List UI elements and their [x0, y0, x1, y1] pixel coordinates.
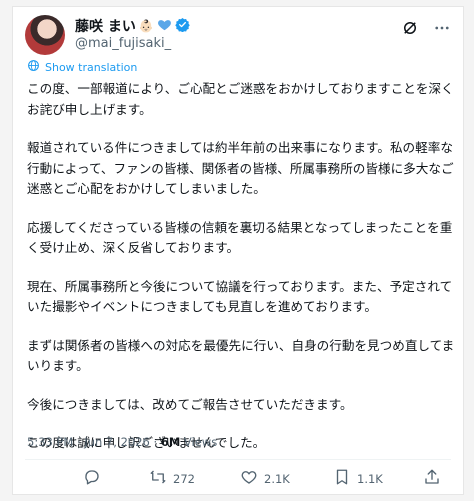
show-translation-label: Show translation: [45, 60, 138, 74]
post-meta: 5:33 PM · Jun 7, 2026 · 6M Views: [27, 435, 217, 449]
name-row: 藤咲 まい 👶🏻: [75, 17, 190, 35]
meta-separator: ·: [73, 435, 85, 449]
post-date[interactable]: Jun 7, 2026: [84, 435, 150, 449]
blue-heart-icon: [157, 17, 172, 36]
post-card: 藤咲 まい 👶🏻 @mai_fujisaki_ Show translation…: [12, 6, 464, 495]
baby-emoji: 👶🏻: [138, 19, 154, 33]
views-count: 6M: [160, 435, 181, 449]
share-button[interactable]: [423, 468, 441, 489]
header-actions: [401, 19, 451, 41]
post-paragraph: この度、一部報道により、ご心配とご迷惑をおかけしておりますことを深くお詫び申し上…: [27, 81, 454, 117]
post-paragraph: 現在、所属事務所と今後について協議を行っております。また、予定されていた撮影やイ…: [27, 278, 453, 315]
post-time[interactable]: 5:33 PM: [27, 435, 73, 449]
like-count: 2.1K: [264, 471, 290, 486]
user-handle[interactable]: @mai_fujisaki_: [75, 36, 171, 51]
post-body: この度、一部報道により、ご心配とご迷惑をおかけしておりますことを深くお詫び申し上…: [27, 79, 457, 472]
reply-icon: [83, 468, 101, 489]
globe-icon: [27, 59, 40, 75]
bookmark-icon: [333, 468, 351, 489]
more-icon[interactable]: [433, 19, 451, 41]
meta-separator: ·: [149, 435, 161, 449]
grok-icon[interactable]: [401, 19, 419, 41]
avatar[interactable]: [25, 15, 65, 55]
share-icon: [423, 468, 441, 489]
like-button[interactable]: 2.1K: [240, 468, 290, 489]
post-paragraph: 報道されている件につきましては約半年前の出来事になります。私の軽率な行動によって…: [27, 140, 454, 196]
post-paragraph: 今後につきましては、改めてご報告させていただきます。: [27, 396, 353, 412]
post-paragraph: 応援してくださっている皆様の信頼を裏切る結果となってしまったことを重く受け止め、…: [27, 219, 453, 256]
action-bar: 272 2.1K 1.1K: [83, 468, 455, 492]
post-paragraph: まずは関係者の皆様への対応を最優先に行い、自身の行動を見つめ直してまいります。: [27, 337, 455, 374]
show-translation-link[interactable]: Show translation: [27, 59, 137, 75]
views-label: Views: [180, 435, 218, 449]
bookmark-button[interactable]: 1.1K: [333, 468, 383, 489]
repost-button[interactable]: 272: [149, 468, 195, 489]
repost-count: 272: [173, 471, 195, 486]
verified-badge-icon: [175, 17, 190, 36]
reply-button[interactable]: [83, 468, 107, 489]
divider: [25, 459, 451, 460]
heart-icon: [240, 468, 258, 489]
post-header: 藤咲 まい 👶🏻 @mai_fujisaki_: [25, 15, 451, 55]
repost-icon: [149, 468, 167, 489]
display-name[interactable]: 藤咲 まい: [75, 16, 136, 36]
bookmark-count: 1.1K: [357, 471, 383, 486]
